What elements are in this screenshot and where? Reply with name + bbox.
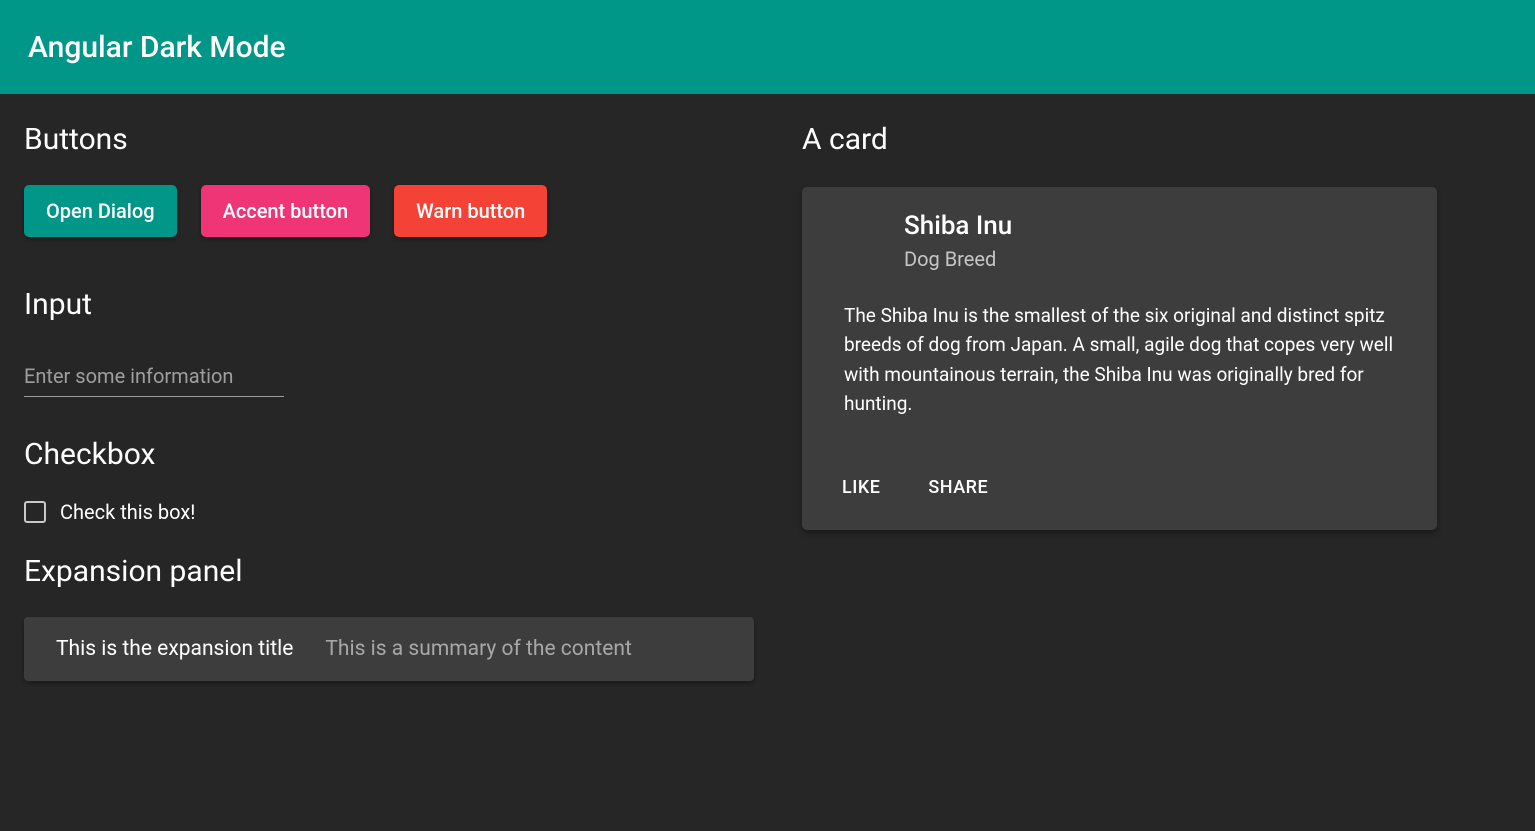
checkbox[interactable]: Check this box! [24,500,754,524]
app-title: Angular Dark Mode [28,30,286,65]
warn-button[interactable]: Warn button [394,185,547,237]
expansion-title: This is the expansion title [56,637,293,661]
card-header: Shiba Inu Dog Breed [802,211,1437,291]
info-input[interactable] [24,358,284,397]
expansion-panel[interactable]: This is the expansion title This is a su… [24,617,754,681]
checkbox-box-icon [24,501,46,523]
app-toolbar: Angular Dark Mode [0,0,1535,94]
card-actions: LIKE SHARE [802,449,1437,518]
card-heading: A card [802,122,1511,157]
card-title: Shiba Inu [904,211,1012,241]
left-column: Buttons Open Dialog Accent button Warn b… [24,112,754,681]
button-row: Open Dialog Accent button Warn button [24,185,754,237]
checkbox-label: Check this box! [60,500,195,524]
accent-button[interactable]: Accent button [201,185,371,237]
like-button[interactable]: LIKE [838,469,884,506]
card-header-text: Shiba Inu Dog Breed [904,211,1012,271]
card-subtitle: Dog Breed [904,247,1012,271]
expansion-heading: Expansion panel [24,554,754,589]
right-column: A card Shiba Inu Dog Breed The Shiba Inu… [802,112,1511,681]
checkbox-heading: Checkbox [24,437,754,472]
buttons-heading: Buttons [24,122,754,157]
card-content: The Shiba Inu is the smallest of the six… [802,291,1437,449]
shiba-card: Shiba Inu Dog Breed The Shiba Inu is the… [802,187,1437,530]
expansion-summary: This is a summary of the content [325,637,631,661]
share-button[interactable]: SHARE [924,469,992,506]
input-field-wrapper [24,358,284,397]
input-heading: Input [24,287,754,322]
main-content: Buttons Open Dialog Accent button Warn b… [0,94,1535,699]
open-dialog-button[interactable]: Open Dialog [24,185,177,237]
